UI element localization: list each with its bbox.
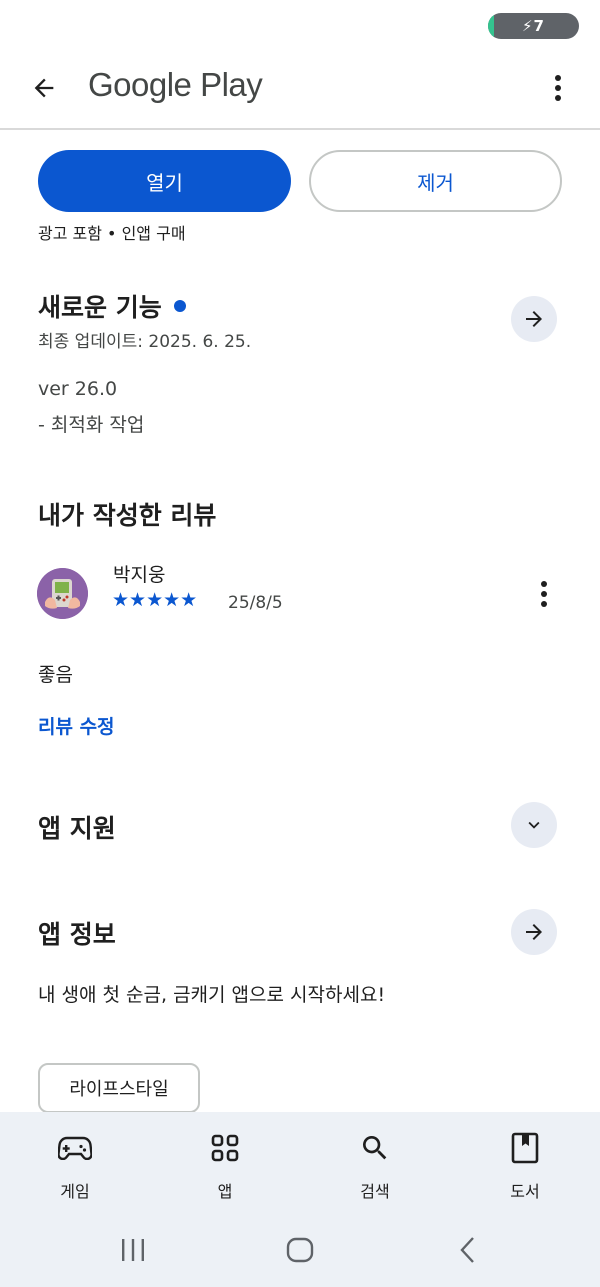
arrow-forward-icon xyxy=(526,924,542,940)
app-bar: Google Play xyxy=(0,52,600,130)
system-navigation-bar xyxy=(0,1222,600,1282)
release-notes: - 최적화 작업 xyxy=(38,414,145,436)
nav-apps[interactable]: 앱 xyxy=(175,1130,275,1202)
app-support-title: 앱 지원 xyxy=(38,814,116,843)
last-updated: 최종 업데이트: 2025. 6. 25. xyxy=(38,332,252,352)
open-button[interactable]: 열기 xyxy=(38,150,291,212)
chevron-down-icon xyxy=(528,821,540,829)
recent-apps-button[interactable] xyxy=(113,1232,153,1268)
app-info-title: 앱 정보 xyxy=(38,920,116,949)
ads-iap-info: 광고 포함 • 인앱 구매 xyxy=(38,224,186,243)
app-info-arrow-button[interactable] xyxy=(511,909,557,955)
system-back-button[interactable] xyxy=(448,1232,488,1268)
app-title: Google Play xyxy=(88,66,263,103)
whats-new-title: 새로운 기능 xyxy=(38,288,186,324)
gamepad-icon xyxy=(55,1130,95,1166)
version-text: ver 26.0 xyxy=(38,378,118,400)
status-bar: ⚡7 xyxy=(0,0,600,52)
my-review-title: 내가 작성한 리뷰 xyxy=(38,501,217,530)
edit-review-link[interactable]: 리뷰 수정 xyxy=(38,712,115,739)
more-vert-icon xyxy=(541,581,547,607)
nav-apps-label: 앱 xyxy=(217,1182,233,1201)
chevron-left-icon xyxy=(460,1237,474,1263)
recent-apps-icon xyxy=(122,1239,144,1261)
avatar xyxy=(37,568,88,619)
nav-books[interactable]: 도서 xyxy=(475,1130,575,1202)
review-more-button[interactable] xyxy=(532,578,556,610)
category-chip[interactable]: 라이프스타일 xyxy=(38,1063,200,1113)
apps-grid-icon xyxy=(205,1130,245,1166)
handheld-game-avatar-icon xyxy=(37,568,88,619)
arrow-forward-icon xyxy=(526,311,542,327)
home-icon xyxy=(286,1237,314,1263)
search-icon xyxy=(355,1130,395,1166)
app-support-expand-button[interactable] xyxy=(511,802,557,848)
nav-games-label: 게임 xyxy=(60,1182,90,1201)
new-indicator-dot xyxy=(173,300,186,312)
book-icon xyxy=(505,1130,545,1166)
more-vert-icon xyxy=(555,75,561,101)
whats-new-arrow-button[interactable] xyxy=(511,296,557,342)
nav-search[interactable]: 검색 xyxy=(325,1130,425,1202)
battery-indicator: ⚡7 xyxy=(488,13,579,39)
app-description: 내 생애 첫 순금, 금캐기 앱으로 시작하세요! xyxy=(38,984,386,1006)
back-button[interactable] xyxy=(26,70,62,106)
remove-button[interactable]: 제거 xyxy=(309,150,562,212)
nav-games[interactable]: 게임 xyxy=(25,1130,125,1202)
review-date: 25/8/5 xyxy=(228,593,283,613)
battery-label: ⚡7 xyxy=(522,17,545,35)
review-text: 좋음 xyxy=(38,664,73,686)
more-options-button[interactable] xyxy=(546,70,570,106)
home-button[interactable] xyxy=(280,1232,320,1268)
star-rating: ★★★★★ xyxy=(112,589,198,611)
nav-search-label: 검색 xyxy=(360,1182,390,1201)
whats-new-title-text: 새로운 기능 xyxy=(38,293,162,322)
arrow-back-icon xyxy=(34,78,54,98)
battery-level-fill xyxy=(488,13,494,39)
nav-books-label: 도서 xyxy=(510,1182,540,1201)
reviewer-name: 박지웅 xyxy=(113,564,166,586)
